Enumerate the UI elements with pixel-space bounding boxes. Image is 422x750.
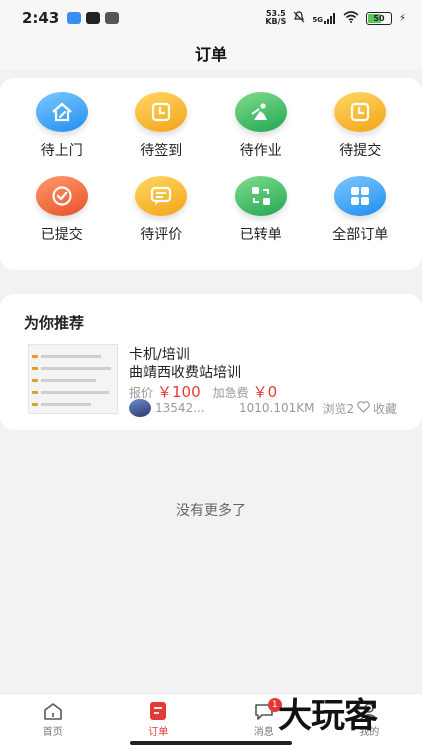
- no-more-text: 没有更多了: [176, 503, 246, 519]
- transfer-icon: [234, 176, 287, 216]
- worker-icon: [234, 92, 287, 132]
- order-icon: [148, 702, 168, 720]
- favorite-button[interactable]: 收藏: [357, 400, 397, 417]
- watermark-logo: 大玩客: [278, 696, 378, 736]
- avatar: [129, 399, 151, 417]
- cloud-app-icon: [67, 12, 82, 24]
- recommend-card: 为你推荐 卡机/培训 曲靖西收费站培训 报价 ￥100 加急费 ￥0 13542…: [0, 294, 422, 430]
- app-notification-icon: [86, 12, 101, 24]
- mute-icon: [293, 10, 305, 26]
- page-title: 订单: [194, 45, 227, 64]
- view-count: 浏览2: [322, 401, 355, 416]
- status-all-orders[interactable]: 全部订单: [311, 176, 411, 244]
- order-status-card: 待上门 待签到 待作业 待提交 已提交 待评价 已转单 全部订单: [0, 78, 422, 270]
- home-icon: [43, 702, 63, 720]
- status-transferred[interactable]: 已转单: [211, 176, 311, 244]
- signal-icon: 5G: [312, 12, 336, 24]
- nav-header: 订单: [0, 36, 422, 70]
- status-pending-work[interactable]: 待作业: [211, 92, 311, 160]
- charging-icon: ⚡: [398, 12, 406, 24]
- recommend-item[interactable]: 卡机/培训 曲靖西收费站培训 报价 ￥100 加急费 ￥0 13542... 1…: [28, 344, 398, 418]
- clock-icon: [334, 92, 387, 132]
- net-speed: 53.5 KB/S: [265, 9, 287, 26]
- status-submitted[interactable]: 已提交: [12, 176, 112, 244]
- tab-home[interactable]: 首页: [0, 694, 106, 750]
- clock-icon: [135, 92, 188, 132]
- home-indicator[interactable]: [130, 741, 292, 745]
- order-status-grid: 待上门 待签到 待作业 待提交 已提交 待评价 已转单 全部订单: [12, 92, 410, 244]
- check-icon: [35, 176, 88, 216]
- status-bar: 2:43 53.5 KB/S 5G 50 ⚡: [0, 0, 422, 36]
- recommend-category: 卡机/培训: [129, 347, 190, 363]
- message-icon: 1: [254, 698, 282, 720]
- status-pending-signin[interactable]: 待签到: [112, 92, 212, 160]
- recommend-meta: 13542... 1010.101KM 浏览2 收藏: [129, 399, 397, 417]
- status-pending-review[interactable]: 待评价: [112, 176, 212, 244]
- grid-icon: [334, 176, 387, 216]
- recommend-name: 曲靖西收费站培训: [129, 365, 241, 381]
- comment-icon: [135, 176, 188, 216]
- recommend-thumbnail: [28, 344, 118, 414]
- status-pending-submit[interactable]: 待提交: [311, 92, 411, 160]
- status-pending-visit[interactable]: 待上门: [12, 92, 112, 160]
- status-time: 2:43: [22, 9, 60, 27]
- wifi-icon: [343, 10, 359, 26]
- recommend-title: 为你推荐: [24, 314, 85, 332]
- wrench-app-icon: [105, 12, 120, 24]
- battery-icon: 50: [365, 11, 392, 25]
- heart-icon: [357, 400, 370, 416]
- publisher-phone: 13542...: [155, 401, 205, 415]
- distance: 1010.101KM: [239, 401, 315, 415]
- house-wrench-icon: [35, 92, 88, 132]
